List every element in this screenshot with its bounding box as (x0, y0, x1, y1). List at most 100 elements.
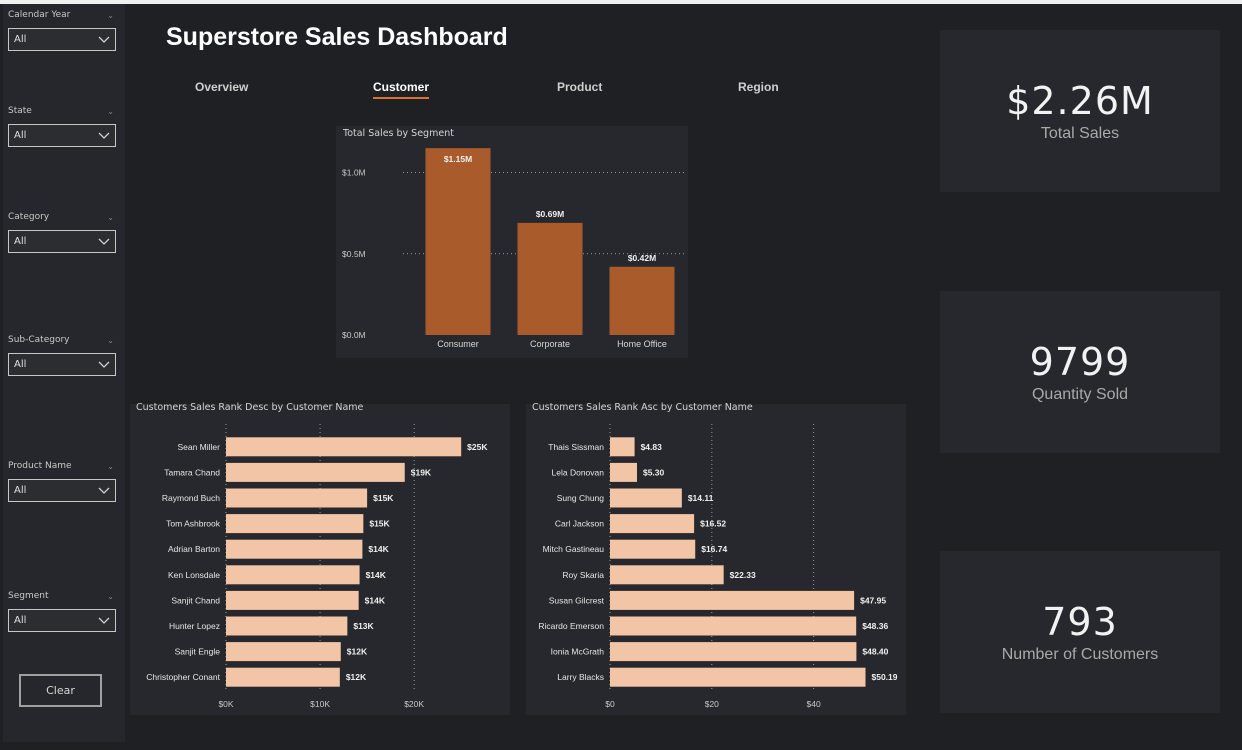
chevron-down-icon[interactable]: ⌄ (107, 107, 114, 116)
data-label: $47.95 (860, 595, 886, 605)
data-label: $25K (467, 442, 488, 452)
bar (610, 616, 857, 636)
category-label: Ionia McGrath (551, 647, 605, 657)
bar (610, 437, 635, 457)
bar (610, 514, 695, 534)
bar (425, 148, 491, 335)
x-tick-label: Home Office (617, 339, 667, 349)
category-label: Ken Lonsdale (168, 570, 220, 580)
kpi-label: Number of Customers (1001, 646, 1159, 663)
data-label: $14.11 (688, 493, 714, 503)
bar (610, 590, 855, 610)
kpi-value: 793 (1042, 600, 1118, 644)
dropdown-value: All (14, 615, 27, 626)
segment-dropdown[interactable]: All (8, 609, 116, 632)
data-label: $12K (346, 672, 367, 682)
dashboard-root: Calendar Year ⌄ All State ⌄ All Category ⌄ … (0, 0, 1242, 750)
y-tick-label: $0.5M (342, 249, 366, 259)
sub-category-dropdown[interactable]: All (8, 353, 116, 376)
dropdown-value: All (14, 236, 27, 247)
tab-customer[interactable]: Customer (373, 80, 430, 99)
category-label: Lela Donovan (552, 467, 605, 477)
kpi-label: Total Sales (1040, 125, 1120, 142)
chevron-down-icon (98, 487, 110, 494)
bar (226, 514, 364, 534)
category-label: Sanjit Engle (175, 647, 221, 657)
tab-region[interactable]: Region (738, 80, 779, 94)
bar (226, 565, 360, 585)
dropdown-value: All (14, 34, 27, 45)
segment-chart-panel: Total Sales by Segment $0.0M $0.5M $1.0M $1… (336, 126, 688, 358)
chevron-down-icon[interactable]: ⌄ (107, 462, 114, 471)
main-canvas: Superstore Sales Dashboard Overview Cust… (128, 4, 914, 742)
chevron-down-icon (98, 617, 110, 624)
bar (226, 539, 363, 559)
bar (226, 667, 340, 687)
calendar-year-dropdown[interactable]: All (8, 28, 116, 51)
category-label: Larry Blacks (557, 672, 604, 682)
category-label: Sean Miller (177, 442, 220, 452)
page-title: Superstore Sales Dashboard (166, 23, 508, 51)
data-label: $15K (373, 493, 394, 503)
clear-filters-button[interactable]: Clear (19, 674, 102, 707)
data-label: $22.33 (730, 570, 756, 580)
category-dropdown[interactable]: All (8, 230, 116, 253)
y-tick-label: $0.0M (342, 330, 366, 340)
dropdown-value: All (14, 359, 27, 370)
bar (609, 266, 675, 335)
category-label: Tom Ashbrook (166, 519, 221, 529)
data-label: $14K (366, 570, 387, 580)
data-label: $48.40 (862, 647, 888, 657)
bar (226, 616, 348, 636)
data-label: $5.30 (643, 467, 665, 477)
category-label: Adrian Barton (168, 544, 220, 554)
x-tick-label: Corporate (530, 339, 570, 349)
category-label: Sanjit Chand (171, 595, 220, 605)
kpi-label: Quantity Sold (1031, 386, 1129, 403)
slicer-sub-category: Sub-Category ⌄ All (8, 333, 116, 376)
slicer-label: Category (8, 212, 50, 222)
category-label: Thais Sissman (548, 442, 604, 452)
chevron-down-icon[interactable]: ⌄ (107, 592, 114, 601)
data-label: $4.83 (641, 442, 663, 452)
tab-overview[interactable]: Overview (195, 80, 248, 94)
kpi-quantity-sold: 9799 Quantity Sold (940, 291, 1220, 453)
category-label: Roy Skaria (562, 570, 604, 580)
chevron-down-icon[interactable]: ⌄ (107, 11, 114, 20)
data-label: $14K (365, 595, 386, 605)
bar (226, 642, 341, 662)
category-label: Ricardo Emerson (538, 621, 604, 631)
bar (226, 488, 368, 508)
chevron-down-icon (98, 132, 110, 139)
chevron-down-icon[interactable]: ⌄ (107, 213, 114, 222)
slicer-product-name: Product Name ⌄ All (8, 459, 116, 502)
x-tick-label: $0 (605, 699, 615, 709)
slicer-calendar-year: Calendar Year ⌄ All (8, 8, 116, 51)
data-label: $16.74 (701, 544, 727, 554)
category-label: Raymond Buch (162, 493, 220, 503)
bar (610, 642, 857, 662)
data-label: $12K (347, 647, 368, 657)
data-label: $14K (368, 544, 389, 554)
kpi-total-sales: $2.26M Total Sales (940, 30, 1220, 192)
data-label: $50.19 (872, 672, 898, 682)
state-dropdown[interactable]: All (8, 124, 116, 147)
data-label: $0.42M (628, 253, 656, 263)
slicer-category: Category ⌄ All (8, 210, 116, 253)
slicer-label: Calendar Year (8, 10, 71, 20)
tab-product[interactable]: Product (557, 80, 602, 94)
chevron-down-icon[interactable]: ⌄ (107, 336, 114, 345)
product-name-dropdown[interactable]: All (8, 479, 116, 502)
bar (226, 437, 462, 457)
data-label: $19K (411, 467, 432, 477)
bar (517, 222, 583, 335)
data-label: $16.52 (700, 519, 726, 529)
data-label: $13K (353, 621, 374, 631)
y-tick-label: $1.0M (342, 168, 366, 178)
category-label: Carl Jackson (555, 519, 604, 529)
data-label: $15K (369, 519, 390, 529)
data-label: $0.69M (536, 209, 564, 219)
x-tick-label: $10K (310, 699, 330, 709)
slicer-label: Segment (8, 591, 49, 601)
chevron-down-icon (98, 36, 110, 43)
